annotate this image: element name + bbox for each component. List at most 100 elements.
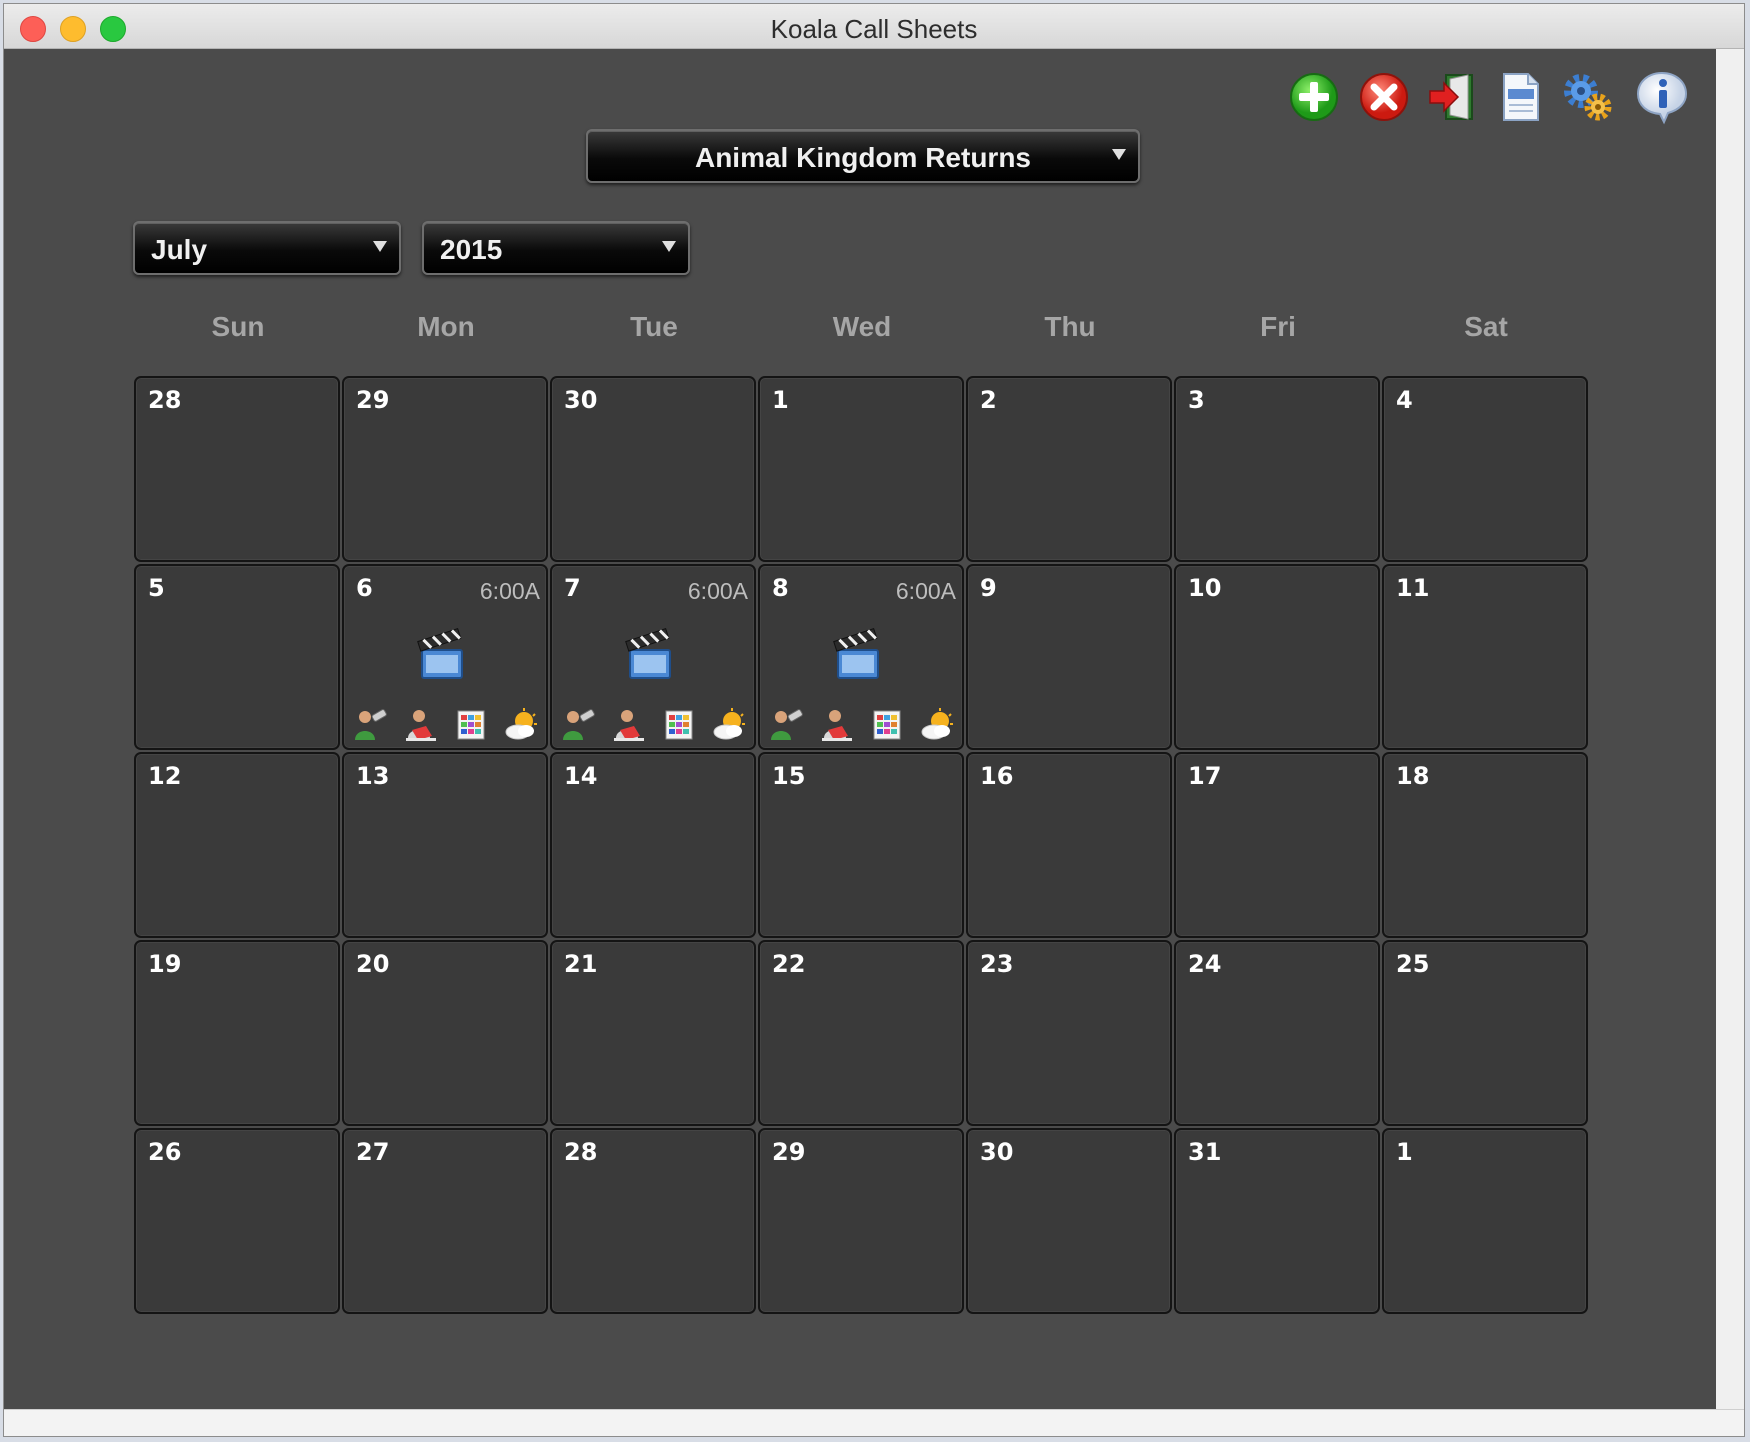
day-number: 3 (1188, 386, 1205, 414)
weekday-tue: Tue (630, 311, 678, 342)
clapperboard-icon[interactable] (622, 628, 678, 684)
calendar-day-cell[interactable]: 1 (758, 376, 964, 562)
window-title: Koala Call Sheets (770, 14, 978, 44)
weather-icon[interactable] (502, 706, 540, 744)
calendar-day-cell[interactable]: 13 (342, 752, 548, 938)
day-number: 5 (148, 574, 165, 602)
schedule-icon[interactable] (660, 706, 698, 744)
day-number: 26 (148, 1138, 182, 1166)
calendar-day-cell[interactable]: 8 6:00A (758, 564, 964, 750)
project-select[interactable]: Animal Kingdom Returns (586, 129, 1140, 183)
title-bar: Koala Call Sheets (4, 4, 1744, 49)
exit-icon[interactable] (1424, 69, 1480, 125)
day-number: 13 (356, 762, 390, 790)
day-number: 1 (1396, 1138, 1413, 1166)
cast-icon[interactable] (610, 706, 648, 744)
calendar-day-cell[interactable]: 12 (134, 752, 340, 938)
calendar-day-cell[interactable]: 5 (134, 564, 340, 750)
calendar-day-cell[interactable]: 30 (550, 376, 756, 562)
info-icon[interactable] (1634, 69, 1690, 125)
crew-icon[interactable] (352, 706, 390, 744)
weekday-fri: Fri (1260, 311, 1296, 342)
clapperboard-icon[interactable] (830, 628, 886, 684)
year-select[interactable]: 2015 (422, 221, 690, 275)
calendar-day-cell[interactable]: 26 (134, 1128, 340, 1314)
weather-icon[interactable] (918, 706, 956, 744)
calendar-day-cell[interactable]: 22 (758, 940, 964, 1126)
schedule-icon[interactable] (452, 706, 490, 744)
day-number: 29 (356, 386, 390, 414)
shoot-day-icon-row (768, 706, 958, 744)
calendar-day-cell[interactable]: 29 (758, 1128, 964, 1314)
weekday-sun: Sun (211, 311, 265, 342)
cast-icon[interactable] (818, 706, 856, 744)
call-time: 6:00A (687, 578, 748, 604)
calendar-grid: 28 29 30 1 2 3 4 5 6 6:00A 7 6:00A 8 6:00A 9 10 11 12 13 14… (134, 376, 1594, 1322)
weekday-wed: Wed (832, 311, 892, 342)
calendar-day-cell[interactable]: 10 (1174, 564, 1380, 750)
call-time: 6:00A (479, 578, 540, 604)
calendar-day-cell[interactable]: 7 6:00A (550, 564, 756, 750)
calendar-day-cell[interactable]: 28 (134, 376, 340, 562)
calendar-day-cell[interactable]: 16 (966, 752, 1172, 938)
year-select-value: 2015 (440, 234, 503, 265)
month-select[interactable]: July (133, 221, 401, 275)
vertical-scrollbar[interactable] (1716, 49, 1744, 1411)
crew-icon[interactable] (560, 706, 598, 744)
crew-icon[interactable] (768, 706, 806, 744)
schedule-icon[interactable] (868, 706, 906, 744)
clapperboard-icon[interactable] (414, 628, 470, 684)
calendar-day-cell[interactable]: 27 (342, 1128, 548, 1314)
calendar-day-cell[interactable]: 1 (1382, 1128, 1588, 1314)
calendar-day-cell[interactable]: 6 6:00A (342, 564, 548, 750)
calendar-day-cell[interactable]: 28 (550, 1128, 756, 1314)
calendar-day-cell[interactable]: 24 (1174, 940, 1380, 1126)
day-number: 30 (980, 1138, 1014, 1166)
document-icon[interactable] (1492, 69, 1548, 125)
calendar-day-cell[interactable]: 4 (1382, 376, 1588, 562)
day-number: 28 (148, 386, 182, 414)
delete-icon[interactable] (1356, 69, 1412, 125)
day-number: 1 (772, 386, 789, 414)
calendar-day-cell[interactable]: 15 (758, 752, 964, 938)
day-number: 15 (772, 762, 806, 790)
day-number: 14 (564, 762, 598, 790)
shoot-day-icon-row (352, 706, 542, 744)
day-number: 17 (1188, 762, 1222, 790)
calendar-day-cell[interactable]: 25 (1382, 940, 1588, 1126)
calendar-day-cell[interactable]: 3 (1174, 376, 1380, 562)
day-number: 30 (564, 386, 598, 414)
cast-icon[interactable] (402, 706, 440, 744)
calendar-day-cell[interactable]: 31 (1174, 1128, 1380, 1314)
calendar-day-cell[interactable]: 2 (966, 376, 1172, 562)
day-number: 18 (1396, 762, 1430, 790)
calendar-day-cell[interactable]: 29 (342, 376, 548, 562)
calendar-day-cell[interactable]: 14 (550, 752, 756, 938)
calendar-day-cell[interactable]: 11 (1382, 564, 1588, 750)
weekday-mon: Mon (417, 311, 475, 342)
day-number: 12 (148, 762, 182, 790)
settings-icon[interactable] (1560, 69, 1616, 125)
weather-icon[interactable] (710, 706, 748, 744)
calendar-day-cell[interactable]: 19 (134, 940, 340, 1126)
day-number: 20 (356, 950, 390, 978)
chevron-down-icon (662, 241, 676, 252)
window-bottom-bar (4, 1409, 1744, 1436)
calendar-day-cell[interactable]: 9 (966, 564, 1172, 750)
calendar-day-cell[interactable]: 20 (342, 940, 548, 1126)
calendar-day-cell[interactable]: 21 (550, 940, 756, 1126)
day-number: 28 (564, 1138, 598, 1166)
calendar-day-cell[interactable]: 23 (966, 940, 1172, 1126)
chevron-down-icon (373, 241, 387, 252)
day-number: 6 (356, 574, 373, 602)
calendar-day-cell[interactable]: 30 (966, 1128, 1172, 1314)
day-number: 19 (148, 950, 182, 978)
month-select-value: July (151, 234, 208, 265)
calendar-day-cell[interactable]: 18 (1382, 752, 1588, 938)
calendar-day-cell[interactable]: 17 (1174, 752, 1380, 938)
day-number: 24 (1188, 950, 1222, 978)
add-icon[interactable] (1286, 69, 1342, 125)
day-number: 27 (356, 1138, 390, 1166)
app-window: Koala Call Sheets Animal Kingdom Returns… (3, 3, 1745, 1437)
project-select-value: Animal Kingdom Returns (694, 142, 1031, 173)
